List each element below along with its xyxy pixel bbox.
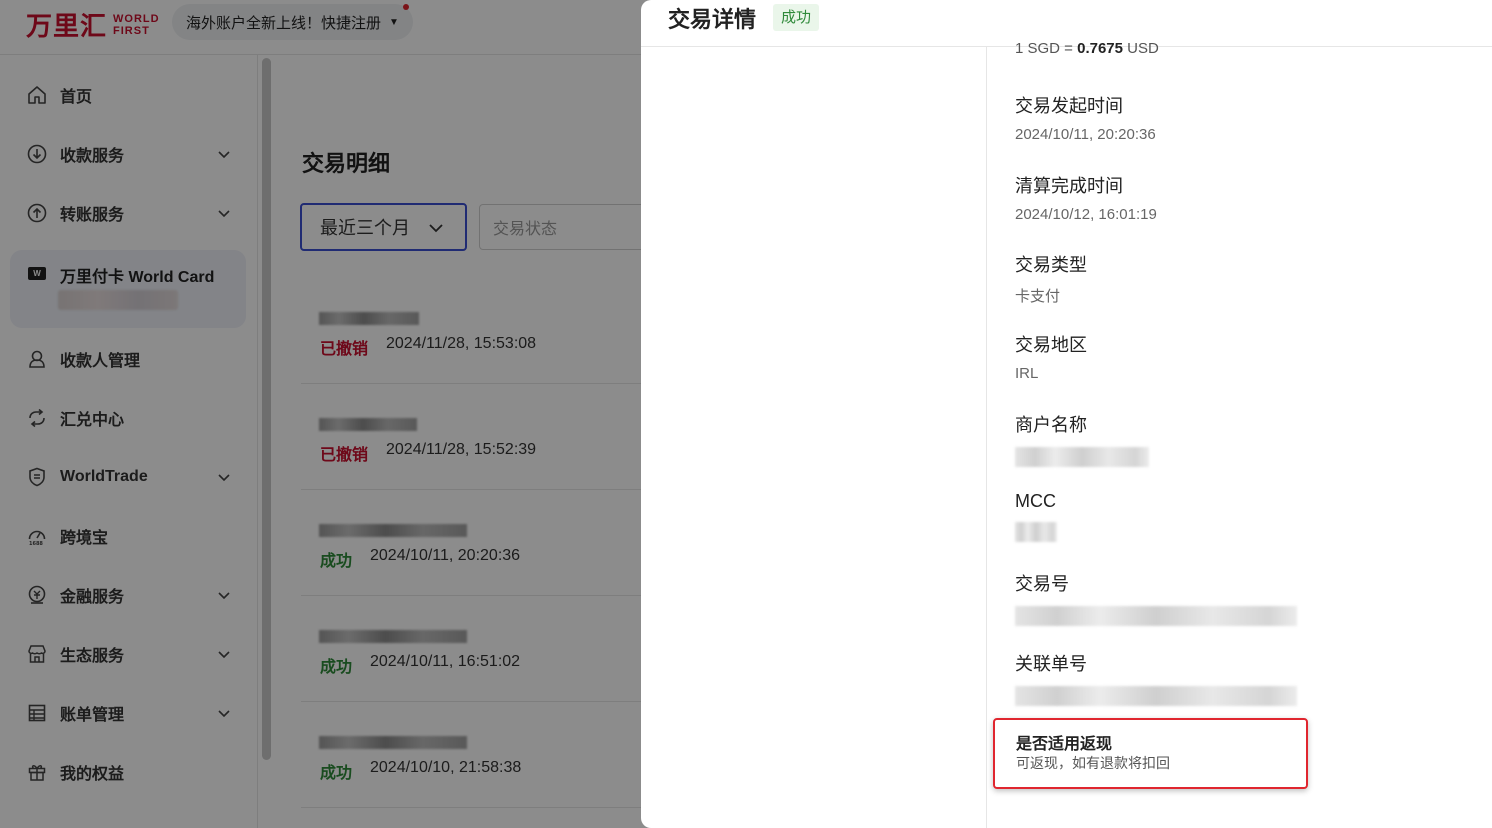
- field-settled-time: 清算完成时间 2024/10/12, 16:01:19: [1015, 172, 1157, 223]
- rate-prefix: 1 SGD =: [1015, 40, 1078, 57]
- rate-value: 0.7675: [1077, 40, 1123, 57]
- field-value: 2024/10/11, 20:20:36: [1015, 126, 1156, 143]
- transaction-id-redacted: [1015, 606, 1297, 626]
- drawer-divider: [986, 47, 987, 828]
- field-label: 交易发起时间: [1015, 96, 1123, 116]
- cashback-highlight-box: 是否适用返现 可返现，如有退款将扣回: [993, 718, 1308, 789]
- rate-suffix: USD: [1123, 40, 1159, 57]
- field-mcc: MCC: [1015, 491, 1057, 542]
- transaction-detail-drawer: 交易详情 成功 1 SGD = 0.7675 USD 交易发起时间 2024/1…: [641, 0, 1492, 828]
- field-value: 卡支付: [1015, 288, 1061, 305]
- field-region: 交易地区 IRL: [1015, 331, 1087, 382]
- field-merchant-name: 商户名称: [1015, 411, 1149, 467]
- merchant-name-redacted: [1015, 447, 1149, 467]
- cashback-description: 可返现，如有退款将扣回: [1016, 755, 1170, 771]
- field-label: 关联单号: [1015, 654, 1087, 674]
- mcc-redacted: [1015, 522, 1057, 542]
- drawer-title: 交易详情: [668, 7, 757, 32]
- field-related-order: 关联单号: [1015, 650, 1297, 706]
- field-value: IRL: [1015, 365, 1039, 382]
- field-label: 商户名称: [1015, 415, 1087, 435]
- field-value: 2024/10/12, 16:01:19: [1015, 206, 1157, 223]
- field-label: 清算完成时间: [1015, 176, 1123, 196]
- field-label: 交易地区: [1015, 335, 1087, 355]
- field-initiated-time: 交易发起时间 2024/10/11, 20:20:36: [1015, 92, 1156, 143]
- exchange-rate: 1 SGD = 0.7675 USD: [1015, 40, 1159, 57]
- cashback-title: 是否适用返现: [1016, 736, 1113, 753]
- field-label: 交易号: [1015, 574, 1069, 594]
- status-badge: 成功: [773, 4, 820, 31]
- field-label: 交易类型: [1015, 255, 1087, 275]
- field-transaction-type: 交易类型 卡支付: [1015, 251, 1087, 306]
- field-label: MCC: [1015, 491, 1056, 511]
- field-transaction-id: 交易号: [1015, 570, 1297, 626]
- related-order-redacted: [1015, 686, 1297, 706]
